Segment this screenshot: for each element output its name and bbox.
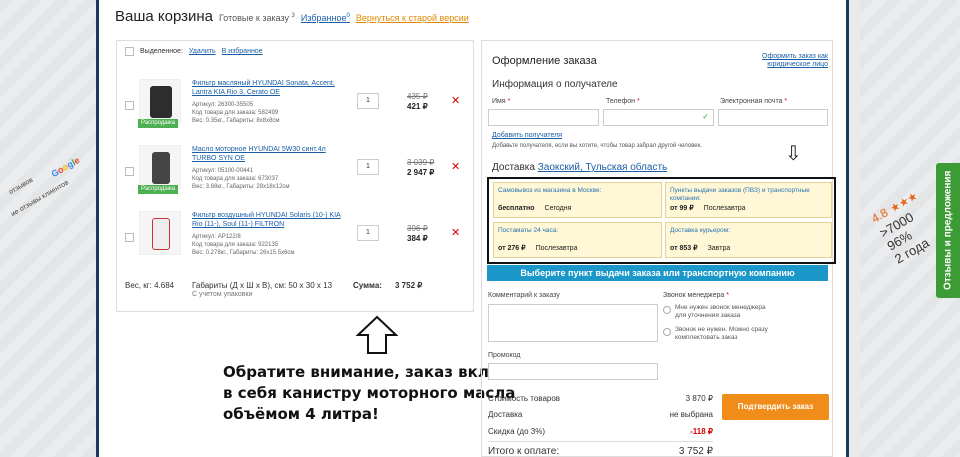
select-all-checkbox[interactable] <box>125 47 134 56</box>
confirm-order-button[interactable]: Подтвердить заказ <box>722 394 829 420</box>
item-checkbox[interactable] <box>125 233 134 242</box>
goods-cost-row: Стоимость товаров 3 870 ₽ <box>488 394 713 403</box>
item-checkbox[interactable] <box>125 167 134 176</box>
call-needed-radio[interactable]: Мне нужен звонок менеджера для уточнения… <box>663 304 770 320</box>
discount-row: Скидка (до 3%) -118 ₽ <box>488 427 713 436</box>
page-title: Ваша корзина <box>115 8 214 25</box>
call-not-needed-radio[interactable]: Звонок не нужен. Можно сразу комплектова… <box>663 326 770 342</box>
ready-label: Готовые к заказу 3 <box>219 13 295 23</box>
packaging-note: С учетом упаковки <box>192 291 253 298</box>
email-label: Электронная почта * <box>720 98 788 105</box>
delete-icon[interactable]: ✕ <box>451 226 460 239</box>
delivery-option-postamat[interactable]: Постаматы 24 часа: от 276 ₽ Послезавтра <box>493 222 662 258</box>
delete-link[interactable]: Удалить <box>189 48 216 55</box>
quantity-input[interactable]: 1 <box>357 225 379 241</box>
product-dims: Вес: 3.68кг., Габариты: 28х18х12см <box>192 184 290 190</box>
product-image[interactable] <box>139 211 181 255</box>
old-version-link[interactable]: Вернуться к старой версии <box>356 13 469 23</box>
reviews-tab[interactable]: Отзывы и предложения <box>936 163 960 298</box>
product-dims: Вес: 0.278кг., Габариты: 26х15.5х6см <box>192 250 295 256</box>
email-field[interactable] <box>718 109 828 126</box>
price: 2 947 ₽ <box>407 168 435 177</box>
sum-label: Сумма: <box>353 281 382 290</box>
arrow-down-icon: ⇩ <box>785 143 802 165</box>
product-name-link[interactable]: Фильтр масляный HYUNDAI Sonata, Accent, … <box>192 79 342 97</box>
delivery-option-pvz[interactable]: Пункты выдачи заказов (ПВЗ) и транспортн… <box>665 182 832 218</box>
sale-badge: Распродажа <box>138 185 178 194</box>
add-recipient-hint: Добавьте получателя, если вы хотите, что… <box>492 143 702 149</box>
phone-field[interactable]: ✓ <box>603 109 714 126</box>
sale-badge: Распродажа <box>138 119 178 128</box>
arrow-up-icon <box>356 315 398 354</box>
phone-label: Телефон * <box>606 98 640 105</box>
cart-panel: Выделенное: Удалить В избранное Распрода… <box>116 40 474 312</box>
product-code: Код товара для заказа: 582499 <box>192 110 279 116</box>
quantity-input[interactable]: 1 <box>357 159 379 175</box>
name-label: Имя * <box>492 98 511 105</box>
call-label: Звонок менеджера * <box>663 292 729 299</box>
cart-weight: Вес, кг: 4.684 <box>125 281 175 290</box>
order-title: Оформление заказа <box>492 55 597 67</box>
delivery-cost-row: Доставка не выбрана <box>488 410 713 419</box>
main-container: Ваша корзина Готовые к заказу 3 Избранно… <box>96 0 849 457</box>
delivery-option-courier[interactable]: Доставка курьером: от 853 ₽ Завтра <box>665 222 832 258</box>
select-pickup-button[interactable]: Выберите пункт выдачи заказа или транспо… <box>487 265 828 281</box>
delivery-options-highlight: Самовывоз из магазина в Москве: бесплатн… <box>487 177 836 264</box>
old-price: 3 039 ₽ <box>407 158 435 167</box>
comment-label: Комментарий к заказу <box>488 292 560 299</box>
delivery-heading: Доставка Заокский, Тульская область <box>492 162 668 173</box>
cart-item: Распродажа Фильтр масляный HYUNDAI Sonat… <box>125 79 465 139</box>
product-article: Артикул: 26300-35505 <box>192 102 254 108</box>
left-background <box>0 0 100 457</box>
product-article: Артикул: 05100-00441 <box>192 168 254 174</box>
legal-entity-link[interactable]: Оформить заказ как юридическое лицо <box>748 53 828 69</box>
promocode-label: Промокод <box>488 352 521 359</box>
product-name-link[interactable]: Фильтр воздушный HYUNDAI Solaris (10-) K… <box>192 211 342 229</box>
product-code: Код товара для заказа: 922135 <box>192 242 279 248</box>
old-price: 435 ₽ <box>407 92 428 101</box>
cart-toolbar: Выделенное: Удалить В избранное <box>125 47 263 56</box>
to-favorites-link[interactable]: В избранное <box>222 48 263 55</box>
delivery-option-pickup[interactable]: Самовывоз из магазина в Москве: бесплатн… <box>493 182 662 218</box>
product-name-link[interactable]: Масло моторное HYUNDAI 5W30 синт.4л TURB… <box>192 145 342 163</box>
product-code: Код товара для заказа: 673037 <box>192 176 279 182</box>
cart-item: Распродажа Масло моторное HYUNDAI 5W30 с… <box>125 145 465 205</box>
selected-label: Выделенное: <box>140 48 183 55</box>
quantity-input[interactable]: 1 <box>357 93 379 109</box>
sum-value: 3 752 ₽ <box>395 281 423 290</box>
delete-icon[interactable]: ✕ <box>451 94 460 107</box>
product-image[interactable] <box>139 79 181 123</box>
product-dims: Вес: 0.35кг., Габариты: 8х8х8см <box>192 118 280 124</box>
add-recipient-link[interactable]: Добавить получателя <box>492 132 562 139</box>
item-checkbox[interactable] <box>125 101 134 110</box>
price: 421 ₽ <box>407 102 428 111</box>
product-image[interactable] <box>139 145 181 189</box>
recipient-title: Информация о получателе <box>492 79 618 90</box>
total-row: Итого к оплате: 3 752 ₽ <box>488 446 713 457</box>
order-panel: Оформление заказа Оформить заказ как юри… <box>481 40 836 457</box>
product-article: Артикул: AP122/8 <box>192 234 241 240</box>
check-icon: ✓ <box>702 112 709 121</box>
cart-item: Фильтр воздушный HYUNDAI Solaris (10-) K… <box>125 211 465 271</box>
cart-dimensions: Габариты (Д х Ш х В), см: 50 х 30 х 13 <box>192 281 333 290</box>
name-field[interactable] <box>488 109 599 126</box>
delivery-city-link[interactable]: Заокский, Тульская область <box>538 162 668 173</box>
promocode-input[interactable] <box>488 363 658 380</box>
comment-textarea[interactable] <box>488 304 658 342</box>
old-price: 396 ₽ <box>407 224 428 233</box>
page-header: Ваша корзина Готовые к заказу 3 Избранно… <box>115 8 469 25</box>
price: 384 ₽ <box>407 234 428 243</box>
delete-icon[interactable]: ✕ <box>451 160 460 173</box>
favorites-link[interactable]: Избранное0 <box>301 13 350 23</box>
